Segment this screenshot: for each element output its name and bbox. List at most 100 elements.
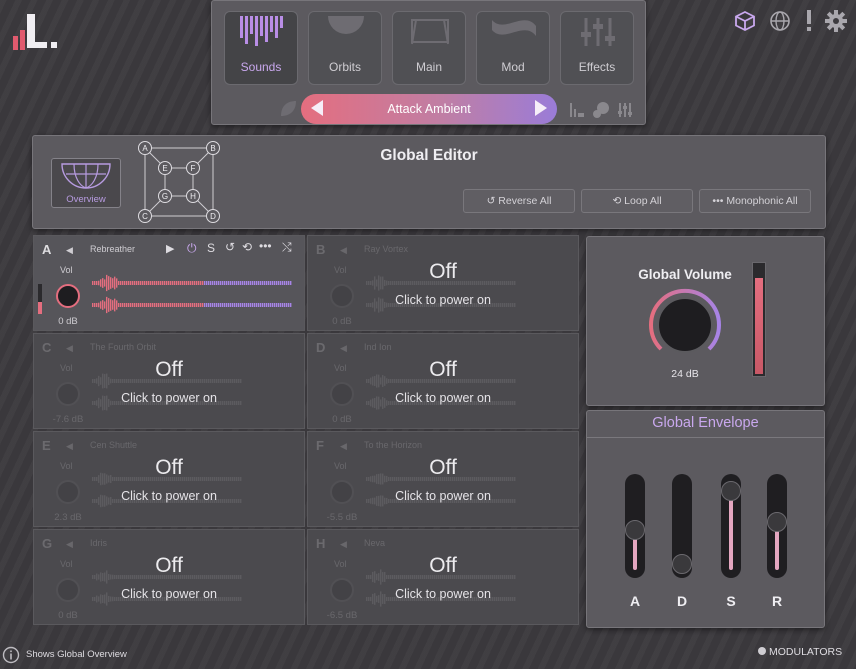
slider-thumb[interactable] <box>721 480 741 501</box>
mixer-icon[interactable] <box>616 101 634 119</box>
sound-slot-f[interactable]: F ◀ To the Horizon Vol -5.5 dB Off Click… <box>307 431 579 527</box>
slot-letter: F <box>316 438 324 453</box>
modulators-toggle[interactable]: MODULATORS <box>758 646 842 658</box>
envelope-slider-r[interactable] <box>767 474 787 578</box>
slider-thumb[interactable] <box>767 511 787 532</box>
preset-next-icon[interactable] <box>535 100 547 116</box>
slot-sound-name[interactable]: Ray Vortex <box>364 244 408 254</box>
slot-sound-name[interactable]: To the Horizon <box>364 440 422 450</box>
slot-sound-name[interactable]: Neva <box>364 538 385 548</box>
orbit-node-c[interactable]: C <box>138 209 152 223</box>
sound-slot-a[interactable]: A ◀ Rebreather Vol 0 dB ▶ ⏻ S ↺ ⟲ ••• ⤭ <box>33 235 305 331</box>
slot-power-on-prompt[interactable]: Click to power on <box>308 391 578 405</box>
loop-icon[interactable]: ⟲ <box>242 240 252 254</box>
slot-power-on-prompt[interactable]: Click to power on <box>34 391 304 405</box>
cube-icon[interactable] <box>734 10 756 32</box>
orbit-node-a[interactable]: A <box>138 141 152 155</box>
reverse-all-label: Reverse All <box>498 195 552 207</box>
mod-icon <box>492 20 536 36</box>
waveform <box>92 274 292 314</box>
top-navigation: Sounds Orbits Main Mod Effects Attack Am… <box>211 0 646 125</box>
global-volume-meter <box>752 262 766 377</box>
tab-sounds[interactable]: Sounds <box>224 11 298 85</box>
sound-slot-b[interactable]: B ◀ Ray Vortex Vol 0 dB Off Click to pow… <box>307 235 579 331</box>
envelope-label-a: A <box>629 593 641 609</box>
tab-orbits[interactable]: Orbits <box>308 11 382 85</box>
envelope-label-r: R <box>771 593 783 609</box>
envelope-slider-a[interactable] <box>625 474 645 578</box>
power-icon[interactable]: ⏻ <box>187 241 197 256</box>
slot-sound-name[interactable]: The Fourth Orbit <box>90 342 156 352</box>
prev-sound-icon[interactable]: ◀ <box>340 539 347 550</box>
slider-thumb[interactable] <box>672 553 692 574</box>
slot-db-value: -6.5 dB <box>326 610 358 621</box>
preset-name: Attack Ambient <box>387 102 471 116</box>
monophonic-all-button[interactable]: ••• Monophonic All <box>699 189 811 213</box>
envelope-slider-d[interactable] <box>672 474 692 578</box>
sound-slot-g[interactable]: G ◀ Idris Vol 0 dB Off Click to power on <box>33 529 305 625</box>
slot-sound-name[interactable]: Idris <box>90 538 107 548</box>
leaf-icon[interactable] <box>278 99 298 119</box>
prev-sound-icon[interactable]: ◀ <box>66 441 73 452</box>
global-editor-panel: Global Editor Overview ABCDEFGH ↺ Revers… <box>32 135 826 229</box>
tab-effects[interactable]: Effects <box>560 11 634 85</box>
overview-button[interactable]: Overview <box>51 158 121 208</box>
sound-slot-d[interactable]: D ◀ Ind Ion Vol 0 dB Off Click to power … <box>307 333 579 429</box>
orbit-node-h[interactable]: H <box>186 189 200 203</box>
slot-sound-name[interactable]: Rebreather <box>90 244 135 254</box>
svg-text:B: B <box>210 144 215 153</box>
slot-sound-name[interactable]: Ind Ion <box>364 342 392 352</box>
preset-selector[interactable]: Attack Ambient <box>301 94 557 124</box>
prev-sound-icon[interactable]: ◀ <box>340 343 347 354</box>
tab-mod[interactable]: Mod <box>476 11 550 85</box>
slot-vol-label: Vol <box>60 265 73 275</box>
slot-power-on-prompt[interactable]: Click to power on <box>34 489 304 503</box>
slot-db-value: 2.3 dB <box>54 512 82 523</box>
global-volume-knob[interactable] <box>647 287 723 363</box>
dots-icon: ••• <box>712 195 727 207</box>
gear-icon[interactable] <box>824 9 848 33</box>
orbit-node-d[interactable]: D <box>206 209 220 223</box>
slot-power-on-prompt[interactable]: Click to power on <box>34 587 304 601</box>
prev-sound-icon[interactable]: ◀ <box>66 539 73 550</box>
shuffle-icon[interactable]: ⤭ <box>282 240 292 255</box>
sound-slot-e[interactable]: E ◀ Cen Shuttle Vol 2.3 dB Off Click to … <box>33 431 305 527</box>
prev-sound-icon[interactable]: ◀ <box>340 245 347 256</box>
slot-off-text: Off <box>429 554 457 577</box>
alert-icon[interactable] <box>803 8 815 32</box>
prev-sound-icon[interactable]: ◀ <box>66 343 73 354</box>
tab-main[interactable]: Main <box>392 11 466 85</box>
orbit-node-f[interactable]: F <box>186 161 200 175</box>
slot-power-on-prompt[interactable]: Click to power on <box>308 587 578 601</box>
slot-sound-name[interactable]: Cen Shuttle <box>90 440 137 450</box>
orbit-grid[interactable]: A B C D E F G H <box>137 140 225 224</box>
slot-volume-knob[interactable] <box>56 284 80 308</box>
slot-db-value: 0 dB <box>58 316 78 327</box>
slot-power-on-prompt[interactable]: Click to power on <box>308 489 578 503</box>
envelope-slider-s[interactable] <box>721 474 741 578</box>
reverse-all-button[interactable]: ↺ Reverse All <box>463 189 575 213</box>
slot-meter <box>38 284 42 314</box>
sound-slot-h[interactable]: H ◀ Neva Vol -6.5 dB Off Click to power … <box>307 529 579 625</box>
slot-power-on-prompt[interactable]: Click to power on <box>308 293 578 307</box>
sound-slot-c[interactable]: C ◀ The Fourth Orbit Vol -7.6 dB Off Cli… <box>33 333 305 429</box>
next-sound-icon[interactable]: ▶ <box>166 242 174 255</box>
slot-off-text: Off <box>155 554 183 577</box>
orbit-node-e[interactable]: E <box>158 161 172 175</box>
more-icon[interactable]: ••• <box>259 239 272 253</box>
globe-icon[interactable] <box>769 10 791 32</box>
bars-icon[interactable] <box>568 101 586 119</box>
global-envelope-title: Global Envelope <box>652 415 759 431</box>
palette-icon[interactable] <box>592 101 610 119</box>
modulators-dot-icon <box>758 647 766 655</box>
solo-button[interactable]: S <box>207 241 215 255</box>
svg-text:F: F <box>191 164 196 173</box>
slider-thumb[interactable] <box>625 520 645 541</box>
orbit-node-g[interactable]: G <box>158 189 172 203</box>
orbit-node-b[interactable]: B <box>206 141 220 155</box>
prev-sound-icon[interactable]: ◀ <box>340 441 347 452</box>
prev-sound-icon[interactable]: ◀ <box>66 245 73 256</box>
reverse-icon[interactable]: ↺ <box>225 240 235 254</box>
loop-all-button[interactable]: ⟲ Loop All <box>581 189 693 213</box>
info-icon[interactable] <box>2 646 20 664</box>
